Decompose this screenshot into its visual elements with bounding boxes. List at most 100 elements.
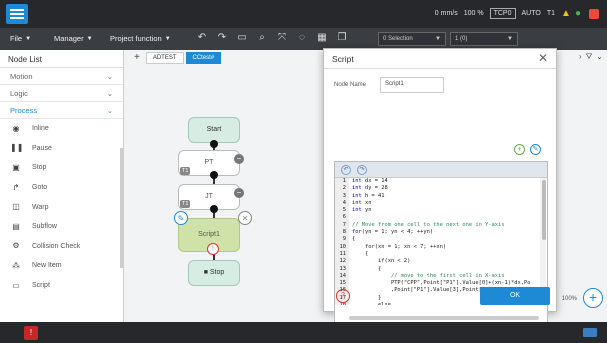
code-line[interactable]: 4 int xn: [335, 199, 540, 208]
menu-manager[interactable]: Manager ▼: [54, 34, 93, 43]
menu-file[interactable]: File ▼: [10, 34, 31, 43]
category-motion[interactable]: Motion ⌄: [0, 68, 123, 85]
undo-icon[interactable]: ↶: [341, 165, 351, 175]
goto-icon: ↱: [12, 182, 20, 192]
alarm-icon[interactable]: [589, 8, 599, 19]
node-item-label: Stop: [32, 164, 47, 172]
keyboard-icon[interactable]: [583, 328, 597, 337]
user-icon[interactable]: ●: [575, 8, 583, 19]
redo-icon[interactable]: ↷: [216, 32, 228, 44]
chevron-right-icon[interactable]: ›: [579, 52, 582, 62]
node-item-collision-check[interactable]: ⚙ Collision Check: [0, 237, 123, 257]
connector-dot[interactable]: [210, 171, 218, 179]
node-item-new-item[interactable]: ⁂ New Item: [0, 256, 123, 276]
robot-status-icon[interactable]: ▲: [561, 8, 571, 19]
connector-dot[interactable]: [210, 205, 218, 213]
node-item-goto[interactable]: ↱ Goto: [0, 178, 123, 198]
code-text: else: [349, 302, 391, 305]
stop-icon: ▣: [12, 162, 20, 172]
node-item-label: Goto: [32, 184, 48, 192]
category-process[interactable]: Process ⌄: [0, 102, 123, 119]
panel-scrollbar[interactable]: [120, 148, 123, 268]
eye-icon: ◉: [12, 123, 20, 133]
edit-icon[interactable]: ✎: [530, 144, 541, 155]
frame-dropdown[interactable]: 1 (0) ▼: [450, 32, 518, 46]
node-item-inline[interactable]: ◉ Inline: [0, 119, 123, 139]
node-item-warp[interactable]: ◫ Warp: [0, 197, 123, 217]
transform-icon[interactable]: ⤧: [276, 32, 288, 44]
node-item-script[interactable]: ▭ Script: [0, 276, 123, 296]
code-line[interactable]: 11 {: [335, 250, 540, 259]
node-item-pause[interactable]: ❚❚ Pause: [0, 139, 123, 159]
node-stop[interactable]: ■ Stop: [188, 260, 240, 286]
code-line[interactable]: 7// Move from one cell to the next one i…: [335, 221, 540, 230]
code-comment: // Move from one cell to the next one in…: [352, 221, 505, 228]
menu-icon[interactable]: [6, 4, 28, 24]
code-line[interactable]: 9{: [335, 236, 540, 244]
node-badge: T1: [180, 200, 191, 208]
add-node-button[interactable]: +: [583, 288, 603, 308]
node-start-label: Start: [206, 126, 222, 133]
edit-icon[interactable]: ✎: [174, 211, 188, 225]
node-pt-label: PT: [204, 159, 214, 166]
minus-icon[interactable]: −: [234, 188, 244, 198]
code-line[interactable]: 6: [335, 214, 540, 222]
code-line[interactable]: 13 {: [335, 265, 540, 273]
code-line[interactable]: 2 int dy = 28: [335, 185, 540, 193]
code-area[interactable]: 1 int dx = 14 2 int dy = 28 3 int h = 41 4 int …: [335, 178, 540, 305]
chevron-down-icon[interactable]: ⌄: [596, 52, 603, 62]
code-text: }: [349, 295, 381, 302]
code-body: {: [352, 236, 356, 243]
speed-readout: 0 mm/s: [434, 10, 458, 17]
code-text: // Move from one cell to the next one in…: [349, 222, 505, 229]
category-logic[interactable]: Logic ⌄: [0, 85, 123, 102]
category-process-label: Process: [10, 106, 38, 115]
line-number: 2: [335, 185, 349, 193]
line-number: 15: [335, 280, 349, 288]
undo-icon[interactable]: ↶: [196, 32, 208, 44]
code-line[interactable]: 12 if(xn < 2): [335, 258, 540, 266]
filter-icon[interactable]: ⛛: [586, 52, 593, 62]
code-line[interactable]: 1 int dx = 14: [335, 178, 540, 186]
node-name-input[interactable]: Script1: [380, 77, 445, 93]
emergency-stop-button[interactable]: !: [24, 326, 38, 340]
close-icon[interactable]: ✕: [238, 211, 252, 225]
ok-button[interactable]: OK: [480, 287, 550, 305]
redo-icon[interactable]: ↷: [357, 165, 367, 175]
code-text: for(yn = 1; yn < 4; ++yn): [349, 229, 433, 236]
tab-cctest[interactable]: CCtest#: [185, 52, 222, 64]
code-line[interactable]: 3 int h = 41: [335, 192, 540, 200]
app-root: 0 mm/s 100 % TCP0 AUTO T1 ▲ ● File ▼ Mana…: [0, 0, 607, 343]
info-icon[interactable]: !: [207, 243, 219, 255]
editor-scroll-thumb[interactable]: [542, 180, 546, 240]
node-item-label: Collision Check: [32, 242, 81, 250]
code-line[interactable]: 8 for(yn = 1; yn < 4; ++yn): [335, 229, 540, 237]
code-line[interactable]: 10 for(xn = 1; xn < 7; ++xn): [335, 243, 540, 251]
new-item-icon: ⁂: [12, 260, 20, 270]
select-icon[interactable]: ▭: [236, 32, 248, 44]
code-line[interactable]: 14 // move to the first cell in X-axis: [335, 272, 540, 281]
tab-adtest[interactable]: ADTEST: [145, 52, 184, 64]
chat-icon[interactable]: ◌: [296, 32, 308, 44]
node-item-label: Script: [32, 282, 50, 290]
code-body: yn: [361, 207, 372, 214]
selection-dropdown[interactable]: 0 Selection ▼: [378, 32, 446, 46]
add-icon[interactable]: +: [514, 144, 525, 155]
minus-icon[interactable]: −: [234, 154, 244, 164]
copy-icon[interactable]: ❐: [336, 32, 348, 44]
code-text: int yn: [349, 207, 372, 214]
node-item-stop[interactable]: ▣ Stop: [0, 158, 123, 178]
script-icon: ▭: [12, 280, 20, 290]
menu-project-function[interactable]: Project function ▼: [110, 34, 171, 43]
connector-dot[interactable]: [210, 140, 218, 148]
tcp-badge[interactable]: TCP0: [489, 8, 516, 19]
line-number: 3: [335, 192, 349, 200]
node-item-subflow[interactable]: ▤ Subflow: [0, 217, 123, 237]
help-icon[interactable]: ?: [336, 289, 350, 303]
close-icon[interactable]: ✕: [538, 51, 548, 65]
editor-hscrollbar[interactable]: [349, 316, 539, 320]
add-tab-icon[interactable]: +: [134, 52, 140, 64]
zoom-icon[interactable]: ⌕: [256, 32, 268, 44]
code-line[interactable]: 5 int yn: [335, 207, 540, 215]
grid-icon[interactable]: ▦: [316, 32, 328, 44]
